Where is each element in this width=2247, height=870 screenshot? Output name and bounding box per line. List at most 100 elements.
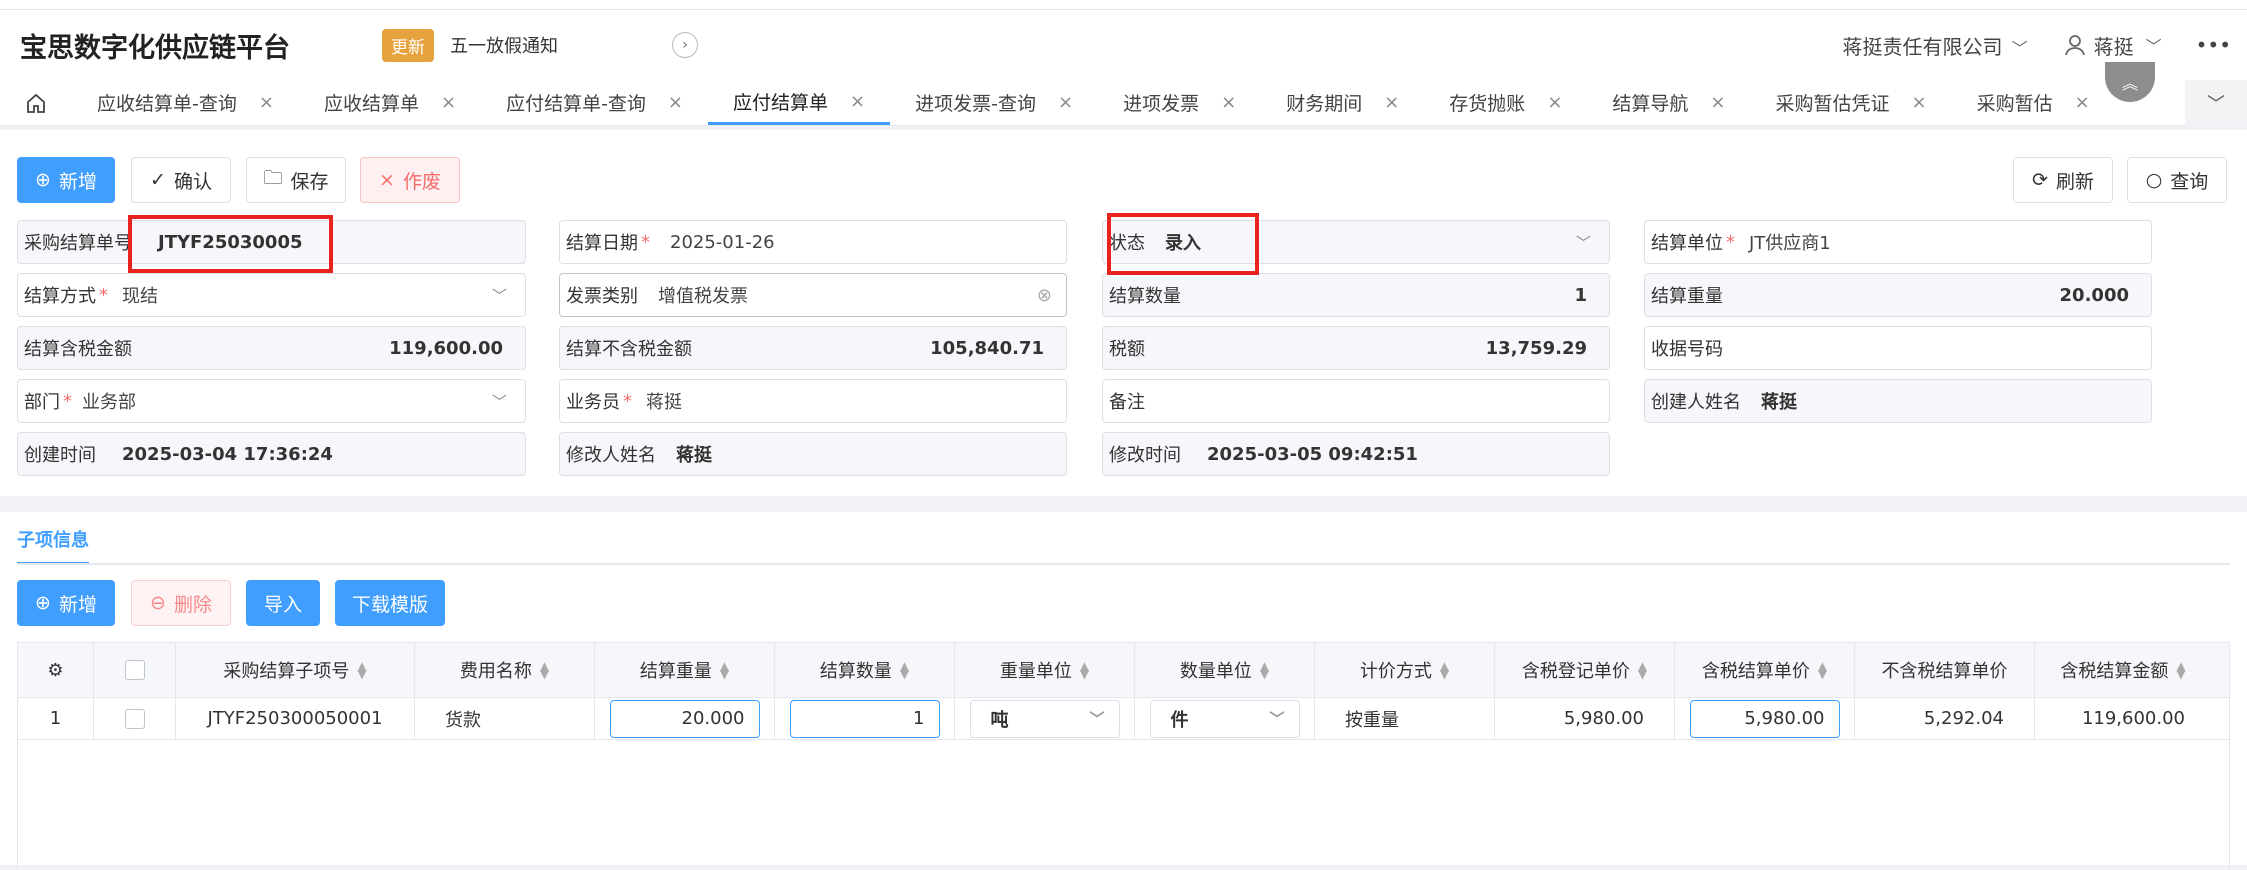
- clear-icon[interactable]: ⊗: [1037, 285, 1066, 306]
- tab-fiscal-period[interactable]: 财务期间 ×: [1261, 80, 1424, 125]
- col-amount[interactable]: 含税结算金额 ▲ ▼: [2035, 643, 2211, 697]
- query-button[interactable]: ○ 查询: [2127, 157, 2227, 203]
- tab-purchase-estimate-voucher[interactable]: 采购暂估凭证 ×: [1751, 80, 1952, 125]
- close-icon[interactable]: ×: [668, 92, 683, 113]
- col-fee-name[interactable]: 费用名称 ▲ ▼: [415, 643, 595, 697]
- app-header: 宝思数字化供应链平台 更新 五一放假通知 › 蒋挺责任有限公司 ﹀ 蒋挺 ﹀ •…: [0, 10, 2247, 80]
- col-reg-price[interactable]: 含税登记单价 ▲ ▼: [1495, 643, 1675, 697]
- grid-empty-area: [17, 740, 2230, 870]
- close-icon[interactable]: ×: [1058, 92, 1073, 113]
- sub-items-panel: 子项信息 ⊕ 新增 ⊖ 删除 导入 下载模版 ⚙ 采购结算子项号 ▲ ▼ 费用名称 ▲ ▼ …: [0, 512, 2247, 870]
- amount-tax-field: 结算含税金额 119,600.00: [17, 326, 526, 370]
- gear-icon[interactable]: ⚙: [18, 643, 94, 697]
- notice-text[interactable]: 五一放假通知: [450, 32, 558, 58]
- download-template-button[interactable]: 下载模版: [335, 580, 445, 626]
- col-price-mode[interactable]: 计价方式 ▲ ▼: [1315, 643, 1495, 697]
- receipt-no-input[interactable]: 收据号码: [1644, 326, 2152, 370]
- chevron-down-icon[interactable]: ﹀: [2185, 80, 2247, 126]
- close-icon[interactable]: ×: [1710, 92, 1725, 113]
- confirm-button[interactable]: ✓ 确认: [131, 157, 231, 203]
- check-icon: ✓: [150, 169, 166, 191]
- col-notax-price[interactable]: 不含税结算单价: [1855, 643, 2035, 697]
- salesman-input[interactable]: 业务员 * 蒋挺: [559, 379, 1067, 423]
- settle-price-input[interactable]: 5,980.00: [1689, 699, 1840, 738]
- close-icon[interactable]: ×: [1384, 92, 1399, 113]
- qty-unit-select[interactable]: 件 ﹀: [1149, 699, 1300, 738]
- weight-unit-select[interactable]: 吨 ﹀: [969, 699, 1120, 738]
- settle-weight-field: 结算重量 20.000: [1644, 273, 2152, 317]
- sub-add-button[interactable]: ⊕ 新增: [17, 580, 115, 626]
- search-icon: ○: [2145, 169, 2163, 191]
- company-selector[interactable]: 蒋挺责任有限公司 ﹀: [1843, 31, 2028, 60]
- void-button[interactable]: × 作废: [360, 157, 460, 203]
- col-qty-unit[interactable]: 数量单位 ▲ ▼: [1135, 643, 1315, 697]
- sub-delete-button[interactable]: ⊖ 删除: [131, 580, 231, 626]
- save-button[interactable]: 🗀 保存: [246, 157, 346, 203]
- tab-bar: 应收结算单-查询 × 应收结算单 × 应付结算单-查询 × 应付结算单 × 进项发票-查…: [0, 80, 2247, 126]
- cell-fee-name: 货款: [415, 698, 595, 739]
- tax-field: 税额 13,759.29: [1102, 326, 1610, 370]
- close-icon[interactable]: ×: [1912, 92, 1927, 113]
- user-icon: [2064, 35, 2085, 56]
- chevron-right-icon[interactable]: ›: [672, 32, 698, 58]
- chevron-down-icon: ﹀: [1089, 710, 1105, 728]
- import-button[interactable]: 导入: [246, 580, 320, 626]
- table-row[interactable]: 1 JTYF250300050001 货款 20.000 1 吨 ﹀ 件 ﹀ 按重量…: [17, 698, 2230, 740]
- close-icon[interactable]: ×: [441, 92, 456, 113]
- settle-date-field[interactable]: 结算日期 * 2025-01-26: [559, 220, 1067, 264]
- plus-circle-icon: ⊕: [35, 169, 51, 191]
- chevron-down-icon: ﹀: [2145, 37, 2162, 56]
- top-strip: [0, 0, 2247, 10]
- tab-settle-nav[interactable]: 结算导航 ×: [1587, 80, 1750, 125]
- close-icon[interactable]: ×: [1547, 92, 1562, 113]
- home-icon: [27, 93, 45, 113]
- close-icon[interactable]: ×: [259, 92, 274, 113]
- tab-ap-settle[interactable]: 应付结算单 ×: [708, 80, 891, 125]
- tab-input-invoice-query[interactable]: 进项发票-查询 ×: [890, 80, 1098, 125]
- settle-unit-field[interactable]: 结算单位 * JT供应商1: [1644, 220, 2152, 264]
- remark-input[interactable]: 备注: [1102, 379, 1610, 423]
- close-icon[interactable]: ×: [850, 91, 865, 112]
- close-icon[interactable]: ×: [2075, 92, 2090, 113]
- modifier-field: 修改人姓名 蒋挺: [559, 432, 1067, 476]
- cell-amount: 119,600.00: [2081, 708, 2185, 729]
- col-weight[interactable]: 结算重量 ▲ ▼: [595, 643, 775, 697]
- chevron-down-icon: ﹀: [2006, 38, 2028, 58]
- row-checkbox[interactable]: [94, 698, 176, 739]
- creator-field: 创建人姓名 蒋挺: [1644, 379, 2152, 423]
- created-at-field: 创建时间 2025-03-04 17:36:24: [17, 432, 526, 476]
- tab-ar-settle-query[interactable]: 应收结算单-查询 ×: [72, 80, 299, 125]
- tab-inventory-post[interactable]: 存货抛账 ×: [1424, 80, 1587, 125]
- refresh-button[interactable]: ⟳ 刷新: [2013, 157, 2113, 203]
- folder-icon: 🗀: [263, 167, 283, 189]
- grid-header: ⚙ 采购结算子项号 ▲ ▼ 费用名称 ▲ ▼ 结算重量 ▲ ▼ 结算数量 ▲ ▼ 重量单位 ▲ ▼ …: [17, 642, 2230, 698]
- weight-input[interactable]: 20.000: [609, 699, 760, 738]
- dept-select[interactable]: 部门 * 业务部 ﹀: [17, 379, 526, 423]
- close-icon[interactable]: ×: [1221, 92, 1236, 113]
- home-tab[interactable]: [0, 80, 72, 125]
- close-icon: ×: [379, 169, 395, 191]
- minus-circle-icon: ⊖: [150, 592, 166, 614]
- highlight-box-status: [1107, 213, 1259, 275]
- chevron-down-icon: ﹀: [1269, 710, 1285, 728]
- tab-purchase-estimate[interactable]: 采购暂估 ×: [1952, 80, 2115, 125]
- settle-qty-field: 结算数量 1: [1102, 273, 1610, 317]
- col-item-no[interactable]: 采购结算子项号 ▲ ▼: [176, 643, 415, 697]
- user-menu[interactable]: 蒋挺 ﹀: [2064, 31, 2162, 60]
- add-button[interactable]: ⊕ 新增: [17, 157, 115, 203]
- col-settle-price[interactable]: 含税结算单价 ▲ ▼: [1675, 643, 1855, 697]
- form-panel: ⊕ 新增 ✓ 确认 🗀 保存 × 作废 ⟳ 刷新 ○ 查询 采购结算单号 JTYF25030…: [0, 130, 2247, 496]
- tab-input-invoice[interactable]: 进项发票 ×: [1098, 80, 1261, 125]
- col-qty[interactable]: 结算数量 ▲ ▼: [775, 643, 955, 697]
- qty-input[interactable]: 1: [789, 699, 940, 738]
- tab-sub-items[interactable]: 子项信息: [17, 526, 89, 564]
- tab-ap-settle-query[interactable]: 应付结算单-查询 ×: [481, 80, 708, 125]
- invoice-type-select[interactable]: 发票类别 增值税发票 ⊗: [559, 273, 1067, 317]
- update-badge: 更新: [382, 28, 434, 62]
- col-weight-unit[interactable]: 重量单位 ▲ ▼: [955, 643, 1135, 697]
- select-all-checkbox[interactable]: [94, 643, 176, 697]
- tab-ar-settle[interactable]: 应收结算单 ×: [299, 80, 481, 125]
- chevron-down-icon: ﹀: [491, 286, 507, 305]
- settle-method-select[interactable]: 结算方式 * 现结 ﹀: [17, 273, 526, 317]
- more-icon[interactable]: •••: [2196, 33, 2231, 57]
